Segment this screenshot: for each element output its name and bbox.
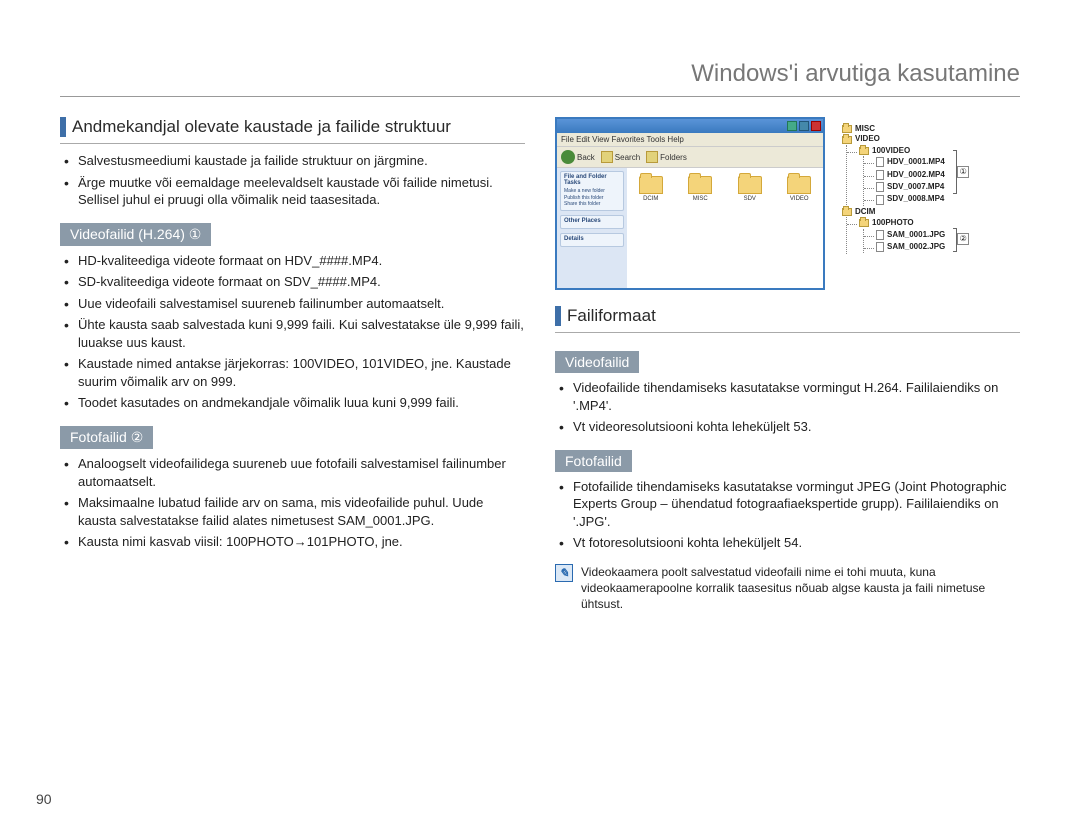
folder-icon <box>688 176 712 194</box>
marker-2: ② <box>957 233 969 245</box>
bullet-item: Videofailide tihendamiseks kasutatakse v… <box>573 379 1020 414</box>
divider <box>555 332 1020 333</box>
sidebar-details: Details <box>560 233 624 247</box>
intro-bullets: Salvestusmeediumi kaustade ja failide st… <box>60 152 525 209</box>
file-icon <box>876 195 884 205</box>
video-bullets: HD-kvaliteediga videote formaat on HDV_#… <box>60 252 525 412</box>
back-label: Back <box>577 153 595 162</box>
file-icon <box>876 242 884 252</box>
file-icon <box>876 182 884 192</box>
tree-label-100photo: 100PHOTO <box>872 218 914 228</box>
sub-header-videofailid: Videofailid <box>555 351 639 373</box>
bullet-item: Analoogselt videofailidega suureneb uue … <box>78 455 525 490</box>
back-icon <box>561 150 575 164</box>
bullet-item: Salvestusmeediumi kaustade ja failide st… <box>78 152 525 170</box>
two-column-layout: Andmekandjal olevate kaustade ja failide… <box>60 117 1020 612</box>
menu-bar: File Edit View Favorites Tools Help <box>557 133 823 146</box>
tree-file: SDV_0008.MP4 <box>887 194 944 204</box>
bullet-item: Toodet kasutades on andmekandjale võimal… <box>78 394 525 412</box>
marker-1: ① <box>957 166 969 178</box>
tree-label-misc: MISC <box>855 124 875 134</box>
page-number: 90 <box>36 791 52 807</box>
tree-file: HDV_0001.MP4 <box>887 157 945 167</box>
left-column: Andmekandjal olevate kaustade ja failide… <box>60 117 525 612</box>
folder-icon <box>859 219 869 227</box>
bullet-item: Kausta nimi kasvab viisil: 100PHOTO→101P… <box>78 533 525 551</box>
folder-item: DCIM <box>639 176 663 202</box>
file-icon <box>876 230 884 240</box>
search-label: Search <box>615 153 640 162</box>
explorer-file-pane: DCIM MISC SDV VIDEO <box>627 168 823 288</box>
tree-file: SAM_0001.JPG <box>887 230 945 240</box>
sidebar-block-header: Details <box>564 236 620 242</box>
minimize-icon <box>787 121 797 131</box>
search-button: Search <box>601 151 640 163</box>
file-icon <box>876 170 884 180</box>
folder-label: DCIM <box>643 196 658 202</box>
bullet-item: HD-kvaliteediga videote formaat on HDV_#… <box>78 252 525 270</box>
explorer-sidebar: File and Folder Tasks Make a new folder … <box>557 168 627 288</box>
right-column: File Edit View Favorites Tools Help Back… <box>555 117 1020 612</box>
folder-icon <box>842 136 852 144</box>
folder-icon <box>639 176 663 194</box>
section-folder-structure: Andmekandjal olevate kaustade ja failide… <box>60 117 525 137</box>
note-box: ✎ Videokaamera poolt salvestatud videofa… <box>555 564 1020 613</box>
folder-icon <box>842 125 852 133</box>
bullet-item: Vt fotoresolutsiooni kohta leheküljelt 5… <box>573 534 1020 552</box>
tree-label-dcim: DCIM <box>855 207 875 217</box>
window-titlebar <box>557 119 823 133</box>
bullet-item: Maksimaalne lubatud failide arv on sama,… <box>78 494 525 529</box>
bullet-item: Kaustade nimed antakse järjekorras: 100V… <box>78 355 525 390</box>
maximize-icon <box>799 121 809 131</box>
tree-file: SAM_0002.JPG <box>887 242 945 252</box>
sidebar-tasks: File and Folder Tasks Make a new folder … <box>560 171 624 211</box>
fotofailid-bullets: Fotofailide tihendamiseks kasutatakse vo… <box>555 478 1020 552</box>
tree-file: HDV_0002.MP4 <box>887 170 945 180</box>
close-icon <box>811 121 821 131</box>
sub-header-fotofailid-right: Fotofailid <box>555 450 632 472</box>
page-title: Windows'i arvutiga kasutamine <box>60 60 1020 97</box>
search-icon <box>601 151 613 163</box>
sub-header-fotofailid: Fotofailid ② <box>60 426 153 449</box>
illustration-area: File Edit View Favorites Tools Help Back… <box>555 117 1020 290</box>
folder-icon <box>859 147 869 155</box>
bullet-item: Uue videofaili salvestamisel suureneb fa… <box>78 295 525 313</box>
folder-label: MISC <box>693 196 708 202</box>
file-icon <box>876 157 884 167</box>
bullet-item: Ärge muutke või eemaldage meelevaldselt … <box>78 174 525 209</box>
tree-file: SDV_0007.MP4 <box>887 182 944 192</box>
sidebar-link: Share this folder <box>564 201 620 208</box>
section-failiformaat: Failiformaat <box>555 306 1020 326</box>
folder-icon <box>842 208 852 216</box>
back-button: Back <box>561 150 595 164</box>
bullet-item: Fotofailide tihendamiseks kasutatakse vo… <box>573 478 1020 531</box>
windows-explorer-window: File Edit View Favorites Tools Help Back… <box>555 117 825 290</box>
folder-tree-diagram: MISC VIDEO 100VIDEO HDV_0001.MP4 HDV_000… <box>835 117 952 261</box>
sidebar-other-places: Other Places <box>560 215 624 229</box>
videofailid-bullets: Videofailide tihendamiseks kasutatakse v… <box>555 379 1020 436</box>
toolbar: Back Search Folders <box>557 146 823 168</box>
sidebar-block-header: Other Places <box>564 218 620 224</box>
tree-label-100video: 100VIDEO <box>872 146 910 156</box>
folder-item: VIDEO <box>787 176 811 202</box>
note-icon: ✎ <box>555 564 573 582</box>
photo-bullets: Analoogselt videofailidega suureneb uue … <box>60 455 525 551</box>
sidebar-block-header: File and Folder Tasks <box>564 174 620 186</box>
folder-icon <box>738 176 762 194</box>
folders-button: Folders <box>646 151 687 163</box>
bullet-item: Ühte kausta saab salvestada kuni 9,999 f… <box>78 316 525 351</box>
folder-label: SDV <box>744 196 756 202</box>
sub-header-videofailid-h264: Videofailid (H.264) ① <box>60 223 211 246</box>
folder-item: MISC <box>688 176 712 202</box>
divider <box>60 143 525 144</box>
folders-label: Folders <box>660 153 687 162</box>
folder-icon <box>787 176 811 194</box>
folders-icon <box>646 151 658 163</box>
bullet-item: SD-kvaliteediga videote formaat on SDV_#… <box>78 273 525 291</box>
tree-label-video: VIDEO <box>855 134 880 144</box>
note-text: Videokaamera poolt salvestatud videofail… <box>581 564 1020 613</box>
bullet-item: Vt videoresolutsiooni kohta leheküljelt … <box>573 418 1020 436</box>
folder-label: VIDEO <box>790 196 809 202</box>
folder-item: SDV <box>738 176 762 202</box>
